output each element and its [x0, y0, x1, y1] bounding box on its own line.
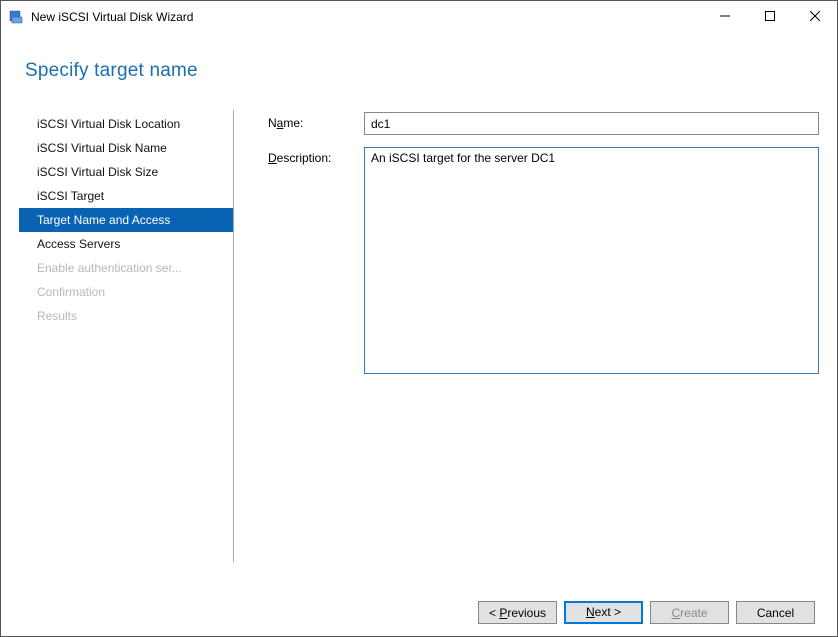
name-input[interactable] [364, 112, 819, 135]
step-target-name-access[interactable]: Target Name and Access [19, 208, 233, 232]
window-title: New iSCSI Virtual Disk Wizard [31, 10, 193, 24]
name-row: Name: [268, 112, 819, 135]
description-label: Description: [268, 147, 364, 374]
step-disk-size[interactable]: iSCSI Virtual Disk Size [19, 160, 233, 184]
cancel-button[interactable]: Cancel [736, 601, 815, 624]
step-enable-auth: Enable authentication ser... [19, 256, 233, 280]
step-iscsi-target[interactable]: iSCSI Target [19, 184, 233, 208]
description-textarea[interactable] [364, 147, 819, 374]
window-controls [702, 1, 837, 32]
next-button[interactable]: Next > [564, 601, 643, 624]
wizard-steps-sidebar: iSCSI Virtual Disk Location iSCSI Virtua… [19, 110, 234, 562]
name-label: Name: [268, 112, 364, 135]
description-row: Description: [268, 147, 819, 374]
step-confirmation: Confirmation [19, 280, 233, 304]
create-button: Create [650, 601, 729, 624]
step-access-servers[interactable]: Access Servers [19, 232, 233, 256]
minimize-button[interactable] [702, 1, 747, 31]
app-icon [9, 9, 25, 25]
previous-button[interactable]: < Previous [478, 601, 557, 624]
title-bar: New iSCSI Virtual Disk Wizard [1, 1, 837, 32]
close-button[interactable] [792, 1, 837, 31]
wizard-body: iSCSI Virtual Disk Location iSCSI Virtua… [1, 82, 837, 562]
step-disk-location[interactable]: iSCSI Virtual Disk Location [19, 112, 233, 136]
maximize-button[interactable] [747, 1, 792, 31]
step-results: Results [19, 304, 233, 328]
step-disk-name[interactable]: iSCSI Virtual Disk Name [19, 136, 233, 160]
form-panel: Name: Description: [234, 110, 819, 562]
page-title: Specify target name [1, 32, 837, 82]
wizard-buttons: < Previous Next > Create Cancel [478, 601, 815, 624]
